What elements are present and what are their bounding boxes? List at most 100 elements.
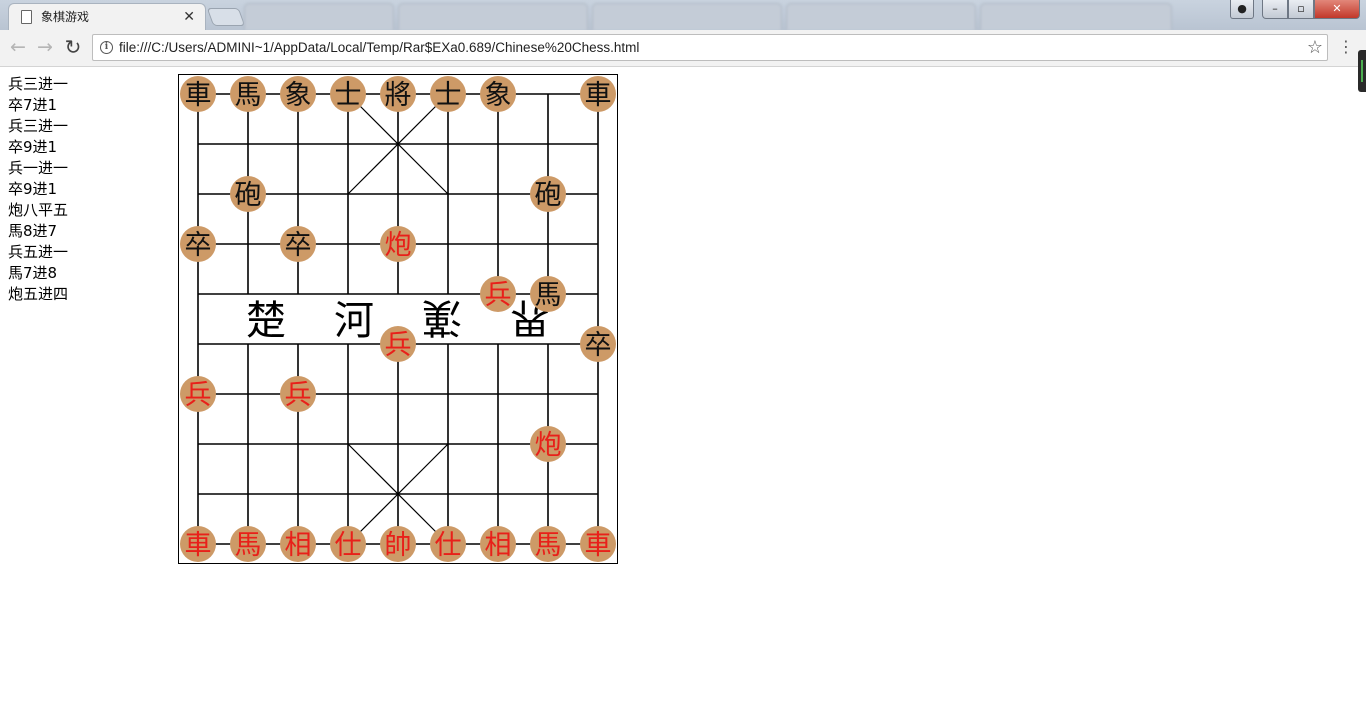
address-bar[interactable]: i file:///C:/Users/ADMINI~1/AppData/Loca… [92, 34, 1328, 61]
tab-title: 象棋游戏 [41, 10, 90, 24]
river-text: 楚 [246, 298, 286, 344]
close-button[interactable]: ✕ [1314, 0, 1360, 19]
chess-piece[interactable]: 兵 [380, 326, 416, 362]
chess-piece[interactable]: 兵 [280, 376, 316, 412]
piece-label[interactable]: 士 [435, 80, 462, 111]
chess-piece[interactable]: 士 [330, 76, 366, 112]
menu-icon[interactable]: ⋮ [1338, 38, 1354, 56]
back-arrow-icon[interactable]: ← [7, 36, 29, 58]
piece-label[interactable]: 仕 [335, 530, 362, 561]
piece-label[interactable]: 卒 [585, 330, 612, 361]
chess-piece[interactable]: 兵 [180, 376, 216, 412]
piece-label[interactable]: 炮 [385, 230, 412, 261]
piece-label[interactable]: 士 [335, 80, 362, 111]
window-controls: ● – ▫ ✕ [1230, 0, 1360, 20]
chess-piece[interactable]: 帥 [380, 526, 416, 562]
chess-piece[interactable]: 象 [280, 76, 316, 112]
user-icon[interactable]: ● [1230, 0, 1254, 19]
piece-label[interactable]: 砲 [535, 180, 562, 211]
bookmark-star-icon[interactable]: ☆ [1307, 36, 1323, 60]
piece-label[interactable]: 車 [585, 80, 612, 111]
piece-label[interactable]: 砲 [235, 180, 262, 211]
chess-piece[interactable]: 炮 [380, 226, 416, 262]
tab-background[interactable] [244, 3, 394, 30]
river-text: 漢 [422, 294, 462, 340]
piece-label[interactable]: 馬 [535, 280, 562, 311]
chess-piece[interactable]: 象 [480, 76, 516, 112]
chess-piece[interactable]: 兵 [480, 276, 516, 312]
piece-label[interactable]: 卒 [185, 230, 212, 261]
chess-piece[interactable]: 士 [430, 76, 466, 112]
tab-background[interactable] [592, 3, 782, 30]
piece-label[interactable]: 象 [285, 80, 312, 111]
chess-piece[interactable]: 卒 [280, 226, 316, 262]
piece-label[interactable]: 兵 [285, 380, 312, 411]
piece-label[interactable]: 相 [485, 530, 512, 561]
piece-label[interactable]: 兵 [185, 380, 212, 411]
extension-handle[interactable] [1358, 50, 1366, 92]
chess-piece[interactable]: 車 [180, 526, 216, 562]
piece-label[interactable]: 仕 [435, 530, 462, 561]
chess-piece[interactable]: 炮 [530, 426, 566, 462]
chess-piece[interactable]: 車 [180, 76, 216, 112]
piece-label[interactable]: 將 [385, 80, 412, 111]
tab-background[interactable] [980, 3, 1172, 30]
piece-label[interactable]: 馬 [235, 80, 262, 111]
chess-piece[interactable]: 卒 [180, 226, 216, 262]
piece-label[interactable]: 車 [185, 80, 212, 111]
chess-piece[interactable]: 馬 [230, 526, 266, 562]
chess-piece[interactable]: 馬 [230, 76, 266, 112]
move-item: 炮八平五 [8, 201, 69, 219]
piece-label[interactable]: 炮 [535, 430, 562, 461]
chess-piece[interactable]: 相 [480, 526, 516, 562]
tab-background[interactable] [786, 3, 976, 30]
document-icon [21, 9, 32, 24]
piece-label[interactable]: 帥 [385, 530, 412, 561]
chess-piece[interactable]: 馬 [530, 526, 566, 562]
chess-piece[interactable]: 車 [580, 76, 616, 112]
piece-label[interactable]: 車 [185, 530, 212, 561]
chess-piece[interactable]: 仕 [330, 526, 366, 562]
chess-piece[interactable]: 馬 [530, 276, 566, 312]
chess-piece[interactable]: 仕 [430, 526, 466, 562]
browser-toolbar: ← → ↻ i file:///C:/Users/ADMINI~1/AppDat… [0, 30, 1366, 67]
move-item: 兵三进一 [8, 75, 69, 93]
piece-label[interactable]: 馬 [235, 530, 262, 561]
chess-piece[interactable]: 將 [380, 76, 416, 112]
piece-label[interactable]: 兵 [385, 330, 412, 361]
piece-label[interactable]: 兵 [485, 280, 512, 311]
reload-icon[interactable]: ↻ [62, 36, 84, 58]
tab-close-icon[interactable]: ✕ [183, 4, 195, 30]
chess-piece[interactable]: 砲 [230, 176, 266, 212]
chess-piece[interactable]: 相 [280, 526, 316, 562]
chess-piece[interactable]: 砲 [530, 176, 566, 212]
forward-arrow-icon[interactable]: → [34, 36, 56, 58]
piece-label[interactable]: 相 [285, 530, 312, 561]
piece-label[interactable]: 車 [585, 530, 612, 561]
board-svg[interactable]: 楚河漢界車馬象士將士象車砲 砲卒卒炮兵 馬兵 卒兵 兵炮車馬相仕帥仕相馬車 [178, 74, 618, 564]
piece-label[interactable]: 卒 [285, 230, 312, 261]
chess-piece[interactable]: 車 [580, 526, 616, 562]
river-text: 河 [334, 298, 374, 344]
piece-label[interactable]: 馬 [535, 530, 562, 561]
chess-piece[interactable]: 卒 [580, 326, 616, 362]
move-item: 兵五进一 [8, 243, 69, 261]
move-item: 卒9进1 [8, 180, 58, 198]
browser-titlebar: 象棋游戏 ✕ ● – ▫ ✕ [0, 0, 1366, 30]
minimize-button[interactable]: – [1262, 0, 1288, 19]
move-item: 兵一进一 [8, 159, 69, 177]
move-item: 卒7进1 [8, 96, 58, 114]
piece-label[interactable]: 象 [485, 80, 512, 111]
maximize-button[interactable]: ▫ [1288, 0, 1314, 19]
new-tab-button[interactable] [206, 8, 246, 26]
move-item: 卒9进1 [8, 138, 58, 156]
move-item: 兵三进一 [8, 117, 69, 135]
info-icon[interactable]: i [100, 41, 113, 54]
chess-board[interactable]: 楚河漢界車馬象士將士象車砲砲卒卒炮兵馬兵卒兵兵炮車馬相仕帥仕相馬車 [178, 74, 618, 564]
move-item: 馬7进8 [8, 264, 58, 282]
url-text[interactable]: file:///C:/Users/ADMINI~1/AppData/Local/… [119, 35, 639, 60]
move-item: 馬8进7 [8, 222, 58, 240]
tab-active[interactable]: 象棋游戏 ✕ [8, 3, 206, 30]
tab-background[interactable] [398, 3, 588, 30]
move-item: 炮五进四 [8, 285, 69, 303]
